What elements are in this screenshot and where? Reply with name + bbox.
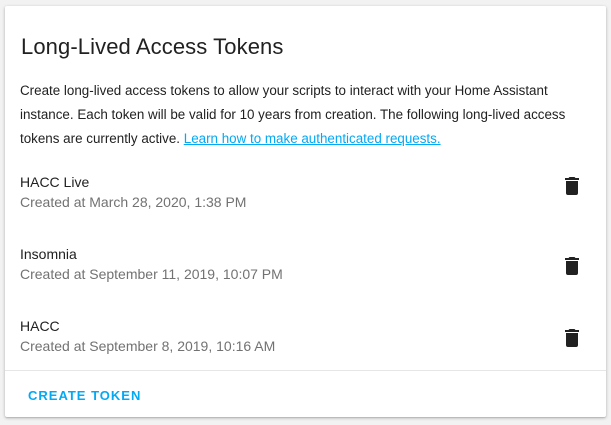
token-created-date: Created at March 28, 2020, 1:38 PM (20, 194, 247, 210)
token-created-date: Created at September 8, 2019, 10:16 AM (20, 338, 276, 354)
token-created-date: Created at September 11, 2019, 10:07 PM (20, 266, 283, 282)
token-row: HACC Created at September 8, 2019, 10:16… (20, 316, 595, 364)
card-description: Create long-lived access tokens to allow… (20, 79, 600, 151)
create-token-button[interactable]: CREATE TOKEN (20, 383, 149, 409)
card-actions-divider (5, 370, 606, 371)
token-row: HACC Live Created at March 28, 2020, 1:3… (20, 172, 595, 220)
delete-icon (565, 257, 579, 275)
token-row: Insomnia Created at September 11, 2019, … (20, 244, 595, 292)
token-name: HACC (20, 318, 60, 334)
delete-token-button[interactable] (560, 254, 584, 278)
delete-icon (565, 329, 579, 347)
delete-token-button[interactable] (560, 174, 584, 198)
learn-more-link[interactable]: Learn how to make authenticated requests… (184, 131, 441, 146)
card-title: Long-Lived Access Tokens (21, 34, 284, 59)
delete-icon (565, 177, 579, 195)
tokens-card: Long-Lived Access Tokens Create long-liv… (5, 6, 606, 417)
delete-token-button[interactable] (560, 326, 584, 350)
token-name: Insomnia (20, 246, 77, 262)
token-name: HACC Live (20, 174, 90, 190)
